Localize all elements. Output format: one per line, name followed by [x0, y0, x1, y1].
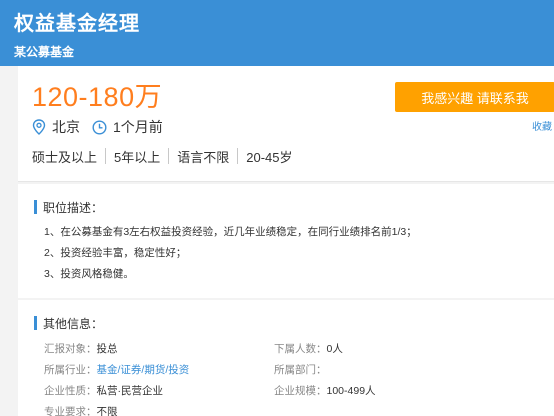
info-label: 下属人数： — [274, 343, 327, 355]
info-major: 专业要求： 不限 — [44, 404, 274, 416]
other-info-card: 其他信息： 汇报对象： 投总 下属人数： 0人 所属行业： 基金/证券/期货/投… — [18, 300, 554, 416]
clock-icon — [92, 119, 107, 135]
company-name[interactable]: 某公募基金 — [14, 43, 74, 60]
info-industry: 所属行业： 基金/证券/期货/投资 — [44, 362, 274, 377]
req-age: 20-45岁 — [246, 149, 293, 165]
other-info-title: 其他信息： — [43, 316, 104, 331]
posted-time: 1个月前 — [113, 119, 163, 135]
info-row: 汇报对象： 投总 下属人数： 0人 — [44, 338, 544, 359]
description-line: 3、投资风格稳健。 — [44, 268, 134, 280]
location-text: 北京 — [52, 119, 80, 135]
req-language: 语言不限 — [177, 149, 230, 165]
info-value: 投总 — [96, 343, 118, 355]
section-marker — [34, 200, 37, 214]
location-pin-icon — [32, 119, 46, 135]
divider — [237, 148, 239, 164]
description-line: 2、投资经验丰富，稳定性好； — [44, 247, 187, 259]
req-experience: 5年以上 — [114, 149, 161, 165]
info-row: 所属行业： 基金/证券/期货/投资 所属部门： — [44, 359, 544, 380]
info-value: 不限 — [96, 406, 118, 416]
info-row: 企业性质： 私营·民营企业 企业规模： 100-499人 — [44, 380, 544, 401]
job-summary-card: 120-180万 北京 1个月前 硕士及以上 5年以上 语言不限 20-45岁 … — [18, 66, 554, 182]
job-header: 权益基金经理 某公募基金 — [0, 0, 554, 66]
req-education: 硕士及以上 — [32, 149, 98, 165]
other-info-grid: 汇报对象： 投总 下属人数： 0人 所属行业： 基金/证券/期货/投资 所属部门… — [44, 338, 544, 416]
info-label: 所属行业： — [44, 364, 97, 376]
info-label: 汇报对象： — [44, 343, 97, 355]
info-value: 私营·民营企业 — [96, 385, 164, 397]
section-marker — [34, 316, 37, 330]
info-company-size: 企业规模： 100-499人 — [274, 383, 504, 398]
description-title: 职位描述： — [43, 200, 104, 215]
info-value: 100-499人 — [326, 385, 376, 397]
info-subordinates: 下属人数： 0人 — [274, 341, 504, 356]
job-title: 权益基金经理 — [14, 13, 140, 35]
info-label: 专业要求： — [44, 406, 97, 416]
location-time-row: 北京 1个月前 — [32, 118, 163, 136]
info-label: 企业性质： — [44, 385, 97, 397]
info-company-type: 企业性质： 私营·民营企业 — [44, 383, 274, 398]
info-report-to: 汇报对象： 投总 — [44, 341, 274, 356]
requirements-row: 硕士及以上 5年以上 语言不限 20-45岁 — [32, 146, 293, 166]
job-description-card: 职位描述： 1、在公募基金有3左右权益投资经验，近几年业绩稳定，在同行业绩排名前… — [18, 184, 554, 298]
industry-link[interactable]: 基金/证券/期货/投资 — [97, 362, 190, 377]
info-value: 0人 — [326, 343, 343, 355]
other-info-heading: 其他信息： — [34, 316, 104, 331]
divider — [105, 148, 107, 164]
description-line: 1、在公募基金有3左右权益投资经验，近几年业绩稳定，在同行业绩排名前1/3； — [44, 226, 417, 238]
description-heading: 职位描述： — [34, 200, 104, 215]
info-label: 所属部门： — [274, 364, 327, 376]
description-list: 1、在公募基金有3左右权益投资经验，近几年业绩稳定，在同行业绩排名前1/3； 2… — [44, 222, 417, 285]
info-department: 所属部门： — [274, 362, 504, 377]
favorite-link[interactable]: 收藏 — [532, 118, 552, 133]
salary-range: 120-180万 — [32, 82, 163, 112]
divider — [168, 148, 170, 164]
apply-button[interactable]: 我感兴趣 请联系我 — [395, 82, 554, 112]
info-label: 企业规模： — [274, 385, 327, 397]
info-row: 专业要求： 不限 — [44, 401, 544, 416]
